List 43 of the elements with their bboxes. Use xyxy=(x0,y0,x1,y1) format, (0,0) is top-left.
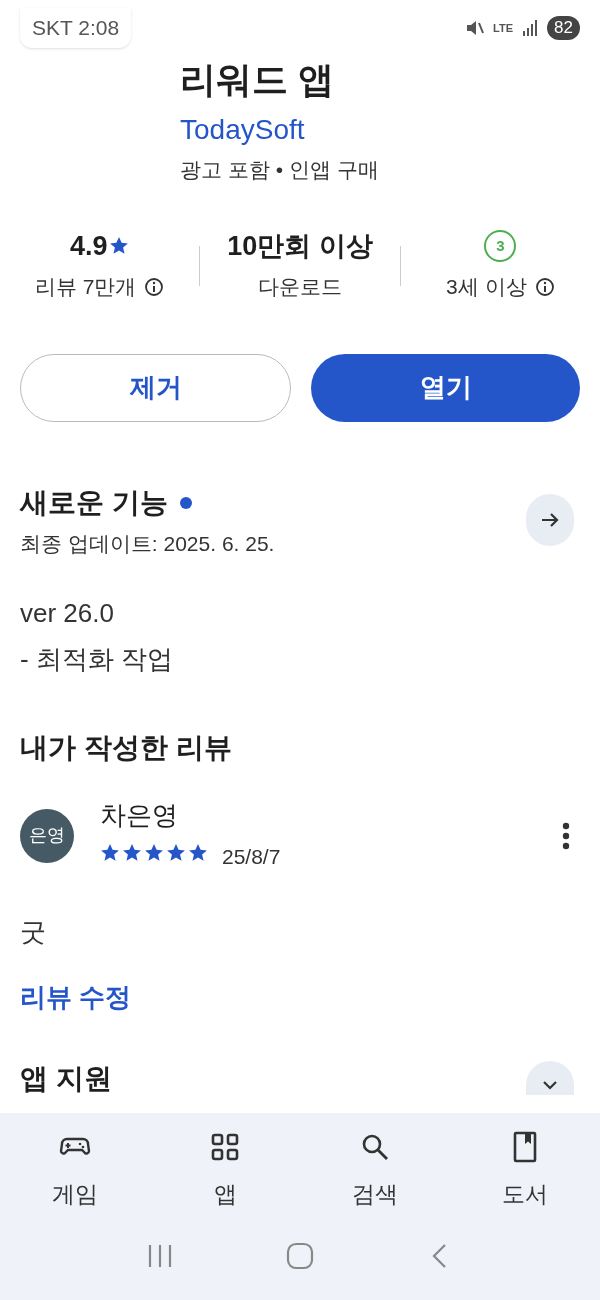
section-title: 새로운 기능 xyxy=(20,485,168,520)
star-icon xyxy=(109,235,130,256)
mute-icon xyxy=(465,18,486,38)
stat-label: 다운로드 xyxy=(258,273,342,300)
section-title: 앱 지원 xyxy=(20,1062,112,1095)
grid-icon xyxy=(209,1131,241,1163)
reviewer-name: 차은영 xyxy=(100,799,179,831)
release-note-line: - 최적화 작업 xyxy=(20,643,175,676)
stat-label: 리뷰 7만개 xyxy=(34,273,137,300)
expand-button[interactable] xyxy=(526,1060,574,1095)
section-title: 내가 작성한 리뷰 xyxy=(19,731,233,765)
star-icon xyxy=(144,842,164,863)
star-icon xyxy=(188,842,208,863)
user-avatar: 은영 xyxy=(20,808,74,863)
network-label: LTE xyxy=(493,20,514,36)
developer-link[interactable]: TodaySoft xyxy=(180,112,600,148)
uninstall-button[interactable]: 제거 xyxy=(20,353,291,422)
more-options-icon xyxy=(562,821,570,850)
star-icon xyxy=(122,842,142,863)
signal-icon xyxy=(521,19,540,37)
stat-value: 4.9 xyxy=(69,229,108,263)
nav-tab[interactable]: 앱 xyxy=(150,1131,300,1212)
open-button[interactable]: 열기 xyxy=(311,353,580,422)
star-icon xyxy=(166,842,186,863)
home-icon xyxy=(286,1241,314,1270)
review-text: 굿 xyxy=(19,915,47,949)
expand-arrow-button[interactable] xyxy=(526,494,574,547)
nav-tab[interactable]: 도서 xyxy=(450,1131,600,1212)
update-date: 최종 업데이트: 2025. 6. 25. xyxy=(20,530,275,557)
release-note-line: ver 26.0 xyxy=(20,597,115,630)
review-date: 25/8/7 xyxy=(222,844,281,870)
app-tags: 광고 포함 • 인앱 구매 xyxy=(180,154,600,186)
star-icon xyxy=(100,842,120,863)
nav-tab[interactable]: 게임 xyxy=(0,1131,150,1212)
battery-indicator: 82 xyxy=(547,16,580,40)
chevron-down-icon xyxy=(541,1078,559,1091)
edit-review-link[interactable]: 리뷰 수정 xyxy=(20,977,132,1017)
app-title: 리워드 앱 xyxy=(180,58,335,102)
status-time: SKT 2:08 xyxy=(20,8,132,48)
age-rating-badge: 3 xyxy=(484,229,517,262)
stat-label: 3세 이상 xyxy=(446,273,527,300)
stat-value: 10만회 이상 xyxy=(227,229,373,263)
nav-tab[interactable]: 검색 xyxy=(300,1131,450,1212)
